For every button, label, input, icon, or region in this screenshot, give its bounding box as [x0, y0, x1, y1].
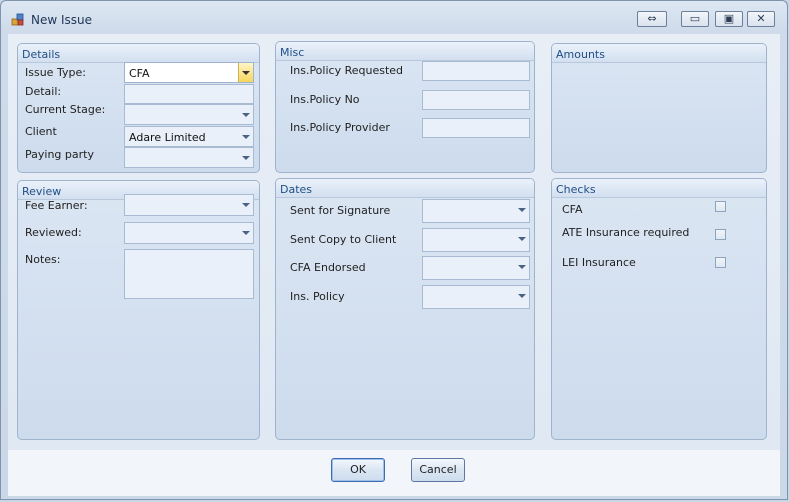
close-button[interactable]: ✕ — [747, 11, 775, 27]
minimize-button[interactable]: ▭ — [681, 11, 709, 27]
dates-panel-header: Dates — [276, 179, 534, 198]
review-panel: Review — [17, 180, 260, 440]
current-stage-label: Current Stage: — [25, 103, 106, 116]
window-title: New Issue — [31, 13, 93, 27]
ins-policy-no-input[interactable] — [422, 90, 530, 110]
sent-copy-to-client-label: Sent Copy to Client — [290, 233, 397, 246]
review-panel-title: Review — [22, 185, 62, 198]
client-label: Client — [25, 125, 57, 138]
issue-type-dropdown[interactable]: CFA — [124, 62, 254, 83]
cfa-endorsed-date-picker[interactable] — [422, 256, 530, 280]
sent-for-signature-label: Sent for Signature — [290, 204, 391, 217]
client-value: Adare Limited — [129, 131, 206, 144]
ins-policy-requested-input[interactable] — [422, 61, 530, 81]
details-panel-header: Details — [18, 44, 259, 63]
cfa-endorsed-label: CFA Endorsed — [290, 261, 366, 274]
sent-for-signature-date-picker[interactable] — [422, 199, 530, 223]
dialog-footer — [8, 450, 780, 496]
checks-panel: Checks — [551, 178, 767, 440]
title-bar[interactable]: New Issue ⇔ ▭ ▣ ✕ — [1, 1, 787, 37]
dates-panel-title: Dates — [280, 183, 313, 196]
misc-panel-title: Misc — [280, 46, 305, 59]
maximize-icon: ▣ — [723, 12, 735, 25]
issue-type-label: Issue Type: — [25, 66, 86, 79]
amounts-panel: Amounts — [551, 43, 767, 173]
notes-label: Notes: — [25, 253, 61, 266]
checks-panel-title: Checks — [556, 183, 596, 196]
ate-insurance-check-label: ATE Insurance required — [562, 226, 690, 239]
chevron-down-icon[interactable] — [515, 200, 529, 222]
fee-earner-label: Fee Earner: — [25, 199, 88, 212]
reviewed-dropdown[interactable] — [124, 222, 254, 244]
amounts-panel-title: Amounts — [556, 48, 605, 61]
current-stage-dropdown[interactable] — [124, 104, 254, 125]
notes-textarea[interactable] — [124, 249, 254, 299]
checks-panel-header: Checks — [552, 179, 766, 198]
chevron-down-icon[interactable] — [515, 286, 529, 308]
detail-input[interactable] — [124, 84, 254, 104]
cfa-check-label: CFA — [562, 203, 583, 216]
ins-policy-provider-label: Ins.Policy Provider — [290, 121, 390, 134]
chevron-down-icon[interactable] — [239, 223, 253, 243]
restore-width-button[interactable]: ⇔ — [637, 11, 667, 27]
lei-insurance-checkbox[interactable] — [715, 257, 726, 268]
ins-policy-no-label: Ins.Policy No — [290, 93, 360, 106]
ins-policy-date-picker[interactable] — [422, 285, 530, 309]
chevron-down-icon[interactable] — [515, 229, 529, 251]
misc-panel-header: Misc — [276, 42, 534, 61]
sent-copy-to-client-date-picker[interactable] — [422, 228, 530, 252]
chevron-down-icon[interactable] — [239, 127, 253, 146]
details-panel-title: Details — [22, 48, 61, 61]
maximize-button[interactable]: ▣ — [715, 11, 743, 27]
ate-insurance-checkbox[interactable] — [715, 229, 726, 240]
ins-policy-requested-label: Ins.Policy Requested — [290, 64, 404, 77]
close-icon: ✕ — [756, 12, 766, 25]
lei-insurance-check-label: LEI Insurance — [562, 256, 636, 269]
ins-policy-provider-input[interactable] — [422, 118, 530, 138]
chevron-down-icon[interactable] — [238, 63, 253, 82]
reviewed-label: Reviewed: — [25, 226, 82, 239]
amounts-panel-header: Amounts — [552, 44, 766, 63]
double-arrow-icon: ⇔ — [647, 12, 657, 25]
chevron-down-icon[interactable] — [239, 105, 253, 124]
chevron-down-icon[interactable] — [239, 195, 253, 215]
issue-type-value: CFA — [129, 67, 150, 80]
chevron-down-icon[interactable] — [239, 148, 253, 167]
minimize-icon: ▭ — [689, 12, 701, 25]
chevron-down-icon[interactable] — [515, 257, 529, 279]
ins-policy-date-label: Ins. Policy — [290, 290, 345, 303]
detail-label: Detail: — [25, 85, 62, 98]
fee-earner-dropdown[interactable] — [124, 194, 254, 216]
cancel-button[interactable]: Cancel — [411, 458, 465, 482]
client-dropdown[interactable]: Adare Limited — [124, 126, 254, 147]
cfa-checkbox[interactable] — [715, 201, 726, 212]
ok-button[interactable]: OK — [331, 458, 385, 482]
paying-party-dropdown[interactable] — [124, 147, 254, 168]
paying-party-label: Paying party — [25, 148, 94, 161]
app-icon — [11, 13, 24, 26]
